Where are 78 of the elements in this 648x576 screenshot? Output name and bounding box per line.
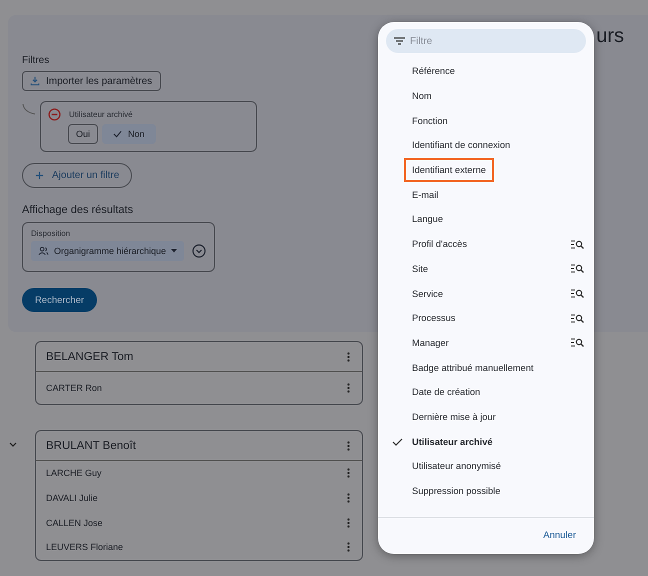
item-label: Profil d'accès [412, 239, 467, 250]
menu-item[interactable]: Utilisateur anonymisé [378, 454, 594, 479]
remove-icon[interactable] [48, 108, 61, 121]
connector-line [22, 103, 36, 115]
item-label: Badge attribué manuellement [412, 362, 534, 373]
caret-icon [171, 249, 178, 253]
more-icon[interactable] [347, 440, 350, 450]
option-chip[interactable]: Oui [68, 124, 98, 144]
list-search-icon[interactable] [571, 314, 584, 323]
item-label: E-mail [412, 190, 438, 200]
item-label: Référence [412, 66, 455, 76]
menu-item[interactable]: Identifiant de connexion [378, 133, 594, 158]
search-button[interactable]: Rechercher [22, 288, 97, 312]
chevron-circle-icon[interactable] [192, 244, 206, 258]
manager-name: BELANGER Tom [46, 350, 134, 362]
member-name: LARCHE Guy [46, 468, 102, 478]
menu-item[interactable]: Profil d'accès [378, 232, 594, 256]
import-button[interactable]: Importer les paramètres [22, 71, 162, 91]
item-label: Dernière mise à jour [412, 412, 496, 422]
menu-item[interactable]: E-mail [378, 182, 594, 208]
item-label: Nom [412, 91, 432, 102]
item-label: Site [412, 264, 428, 274]
menu-item[interactable]: Fonction [378, 108, 594, 134]
list-search-icon[interactable] [571, 264, 584, 274]
item-label: Utilisateur archivé [412, 436, 493, 447]
field-label: Disposition [31, 229, 72, 238]
item-label: Service [412, 288, 444, 299]
section-heading: Filtres [22, 55, 50, 66]
menu-item[interactable]: Dernière mise à jour [378, 404, 594, 430]
menu-item[interactable]: Utilisateur archivé [378, 429, 594, 454]
filter-label: Utilisateur archivé [69, 110, 133, 119]
more-icon[interactable] [347, 352, 350, 362]
member-name: LEUVERS Floriane [46, 542, 124, 552]
check-icon [392, 438, 403, 446]
chevron-down-icon[interactable] [8, 442, 16, 447]
more-icon[interactable] [347, 493, 350, 504]
menu-item[interactable]: Nom [378, 84, 594, 108]
item-label: Manager [412, 338, 449, 348]
option-chip[interactable]: Non [102, 124, 156, 144]
page-title: urs [596, 24, 624, 49]
item-label: Suppression possible [412, 486, 500, 496]
menu-item[interactable]: Suppression possible [378, 478, 594, 504]
filter-search-field[interactable]: Filtre [386, 29, 586, 53]
cancel-button[interactable]: Annuler [537, 526, 582, 545]
layout-dropdown[interactable]: Organigramme hiérarchique [31, 241, 184, 261]
item-label: Utilisateur anonymisé [412, 461, 501, 472]
more-icon[interactable] [347, 542, 350, 552]
item-label: Fonction [412, 116, 448, 126]
menu-item[interactable]: Référence [378, 59, 594, 84]
member-name: CARTER Ron [46, 383, 102, 393]
check-icon [113, 130, 122, 138]
member-name: DAVALI Julie [46, 493, 98, 504]
list-search-icon[interactable] [571, 289, 584, 298]
list-search-icon[interactable] [571, 338, 584, 348]
member-name: CALLEN Jose [46, 518, 103, 528]
item-label: Identifiant de connexion [412, 140, 510, 150]
section-heading: Affichage des résultats [22, 204, 134, 216]
menu-item[interactable]: Manager [378, 330, 594, 356]
item-label: Langue [412, 214, 444, 224]
list-search-icon[interactable] [571, 240, 584, 249]
menu-item[interactable]: Site [378, 256, 594, 282]
download-icon [30, 76, 40, 86]
people-icon [38, 246, 49, 256]
item-label: Processus [412, 313, 456, 324]
menu-item[interactable]: Date de création [378, 380, 594, 405]
menu-item[interactable]: Service [378, 281, 594, 306]
plus-icon [35, 171, 44, 180]
menu-item[interactable]: Processus [378, 306, 594, 331]
more-icon[interactable] [347, 468, 350, 478]
more-icon[interactable] [347, 518, 350, 528]
highlighted-label: Identifiant externe [404, 158, 494, 182]
manager-name: BRULANT Benoît [46, 440, 136, 452]
item-label: Date de création [412, 387, 480, 398]
menu-item[interactable]: Identifiant externe [378, 158, 594, 182]
filter-icon [394, 37, 405, 45]
menu-item[interactable]: Badge attribué manuellement [378, 355, 594, 380]
menu-item[interactable]: Langue [378, 207, 594, 232]
more-icon[interactable] [347, 383, 350, 393]
